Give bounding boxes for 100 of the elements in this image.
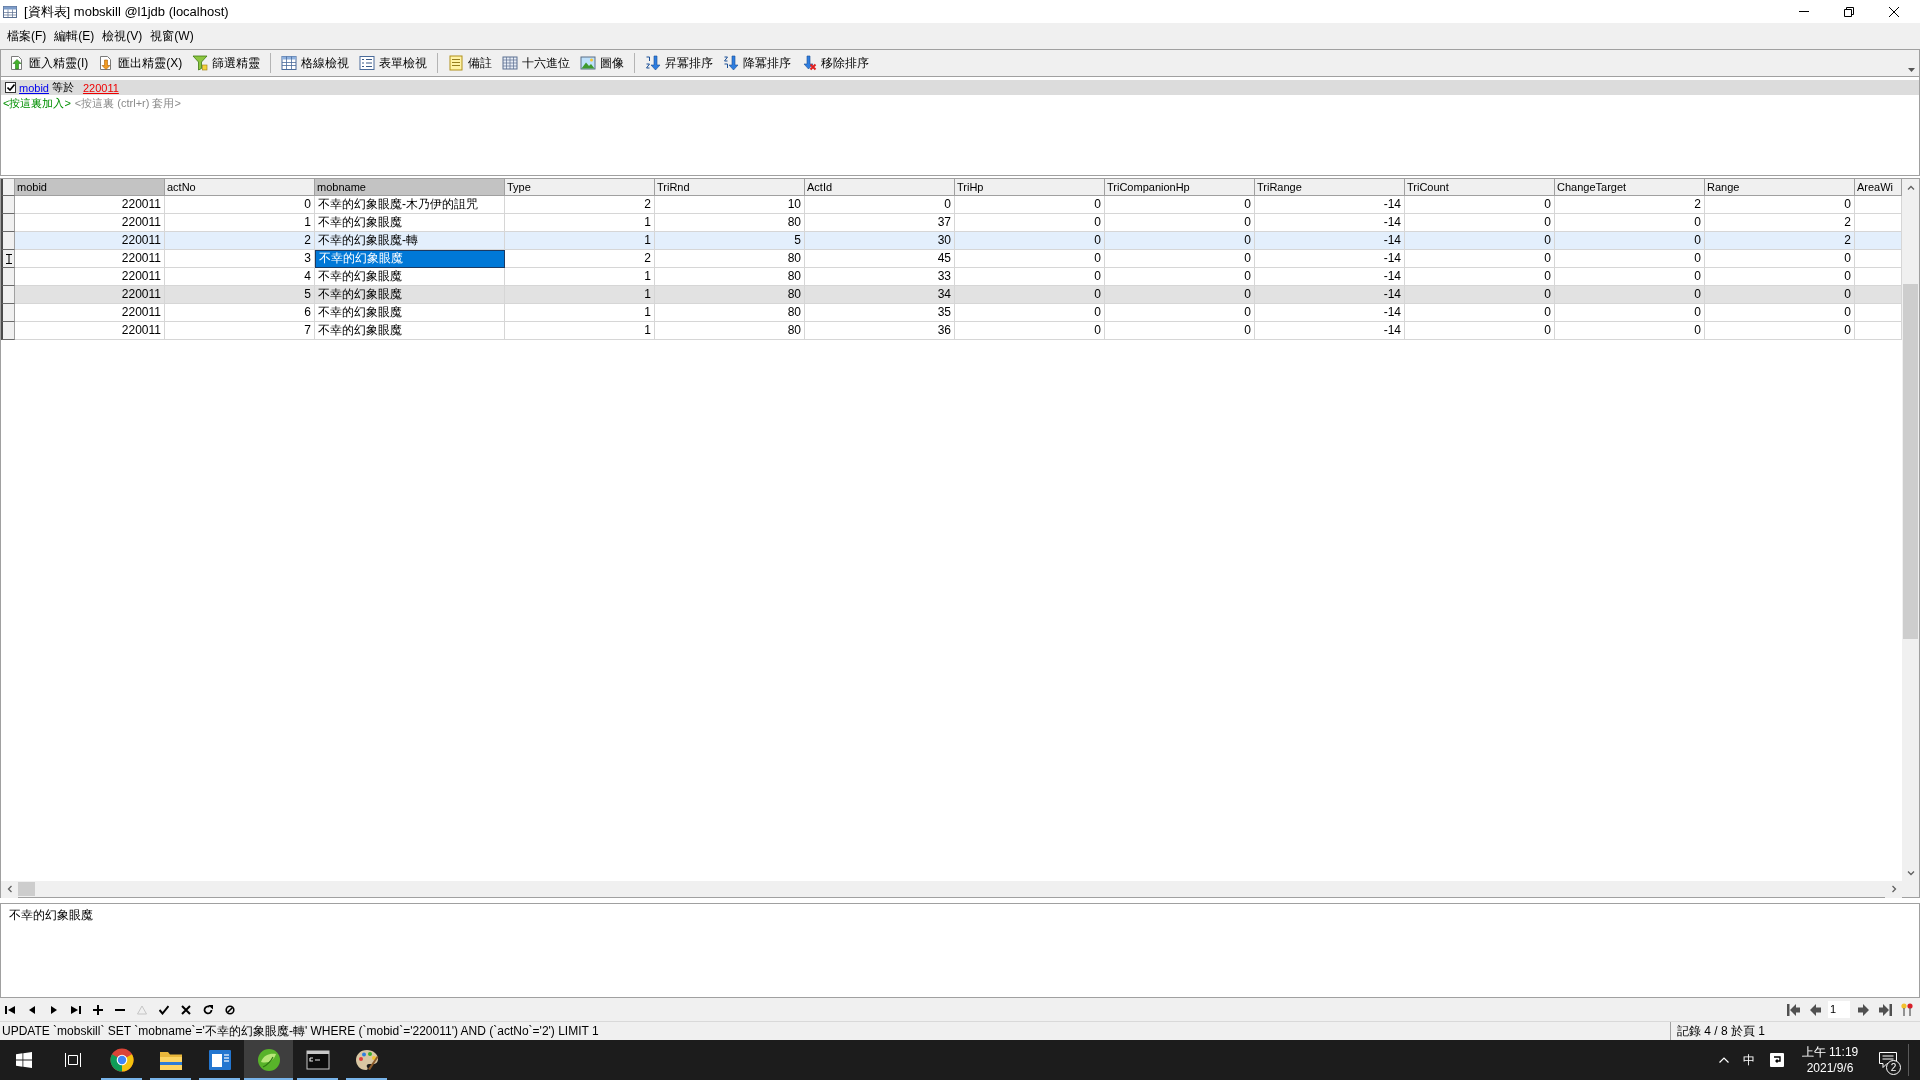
funnel-icon	[192, 55, 209, 71]
column-header[interactable]: Range	[1705, 179, 1855, 196]
table-cell[interactable]: 不幸的幻象眼魔	[315, 322, 505, 340]
column-header[interactable]: TriCount	[1405, 179, 1555, 196]
add-condition-link[interactable]: <按這裏加入>	[3, 95, 71, 111]
input-mode-button[interactable]: 中	[1736, 1040, 1762, 1080]
toolbar-button[interactable]: 格線檢視	[276, 52, 355, 74]
sort-arrow-icon	[723, 55, 740, 71]
table-row[interactable]: 220011 0 不幸的幻象眼魔-木乃伊的詛咒 2 10 0 0 0 -14 0 2 0	[1, 196, 1902, 214]
menu-item[interactable]: 檢視(V)	[98, 26, 147, 46]
last-icon	[71, 1004, 81, 1015]
triangle-icon	[137, 1004, 147, 1015]
terminal-icon	[305, 1048, 330, 1072]
start-icon	[16, 1052, 32, 1068]
table-cell[interactable]: 1	[505, 322, 655, 340]
window-title: [資料表] mobskill @l1jdb (localhost)	[24, 2, 229, 21]
table-cell[interactable]: 0	[1405, 322, 1555, 340]
notifications-button[interactable]: 2	[1868, 1040, 1908, 1080]
menu-item[interactable]: 視窗(W)	[146, 26, 198, 46]
table-row[interactable]: 220011 4 不幸的幻象眼魔 1 80 33 0 0 -14 0 0 0	[1, 268, 1902, 286]
caret-icon	[1908, 68, 1915, 72]
leaf-icon	[256, 1048, 281, 1072]
window-icon	[207, 1048, 232, 1072]
column-header[interactable]: Type	[505, 179, 655, 196]
table-row[interactable]: 220011 2 不幸的幻象眼魔-轉 1 5 30 0 0 -14 0 0 2	[1, 232, 1902, 250]
arrow-left-icon	[1809, 1003, 1821, 1016]
table-cell[interactable]: 80	[655, 322, 805, 340]
task-view-icon	[64, 1053, 81, 1067]
toolbar-button[interactable]: 匯入精靈(I)	[4, 52, 94, 74]
table-cell[interactable]: 不幸的幻象眼魔	[315, 250, 505, 268]
page-field[interactable]: 1	[1828, 1001, 1850, 1018]
cross-icon	[181, 1004, 191, 1015]
text-cursor-icon	[5, 253, 12, 264]
table-cell[interactable]: 36	[805, 322, 955, 340]
ime-icon	[1770, 1053, 1784, 1067]
toolbar-button[interactable]: 昇冪排序	[640, 52, 719, 74]
column-header[interactable]: TriRnd	[655, 179, 805, 196]
taskbar-button[interactable]	[244, 1040, 293, 1080]
browser-icon	[109, 1048, 134, 1072]
table-cell[interactable]: 0	[1555, 322, 1705, 340]
palette-icon	[354, 1048, 379, 1072]
toolbar-button[interactable]: 表單檢視	[354, 52, 433, 74]
memo-field[interactable]: 不幸的幻象眼魔	[0, 903, 1920, 998]
row-header[interactable]	[1, 322, 15, 340]
scrollbar-thumb[interactable]	[18, 882, 35, 896]
column-header[interactable]: TriRange	[1255, 179, 1405, 196]
document-arrow-up-icon	[9, 55, 25, 71]
menu-item[interactable]: 檔案(F)	[3, 26, 51, 46]
arrow-right-icon	[1857, 1003, 1869, 1016]
filter-checkbox[interactable]	[5, 82, 16, 93]
scrollbar-thumb[interactable]	[1903, 284, 1918, 639]
toolbar-button[interactable]: 十六進位	[497, 52, 576, 74]
table-cell[interactable]: -14	[1255, 322, 1405, 340]
table-row[interactable]: 220011 3 不幸的幻象眼魔 2 80 45 0 0 -14 0 0 0	[1, 250, 1902, 268]
table-row[interactable]: 220011 7 不幸的幻象眼魔 1 80 36 0 0 -14 0 0 0	[1, 322, 1902, 340]
column-header[interactable]: mobname	[315, 179, 505, 196]
row-header[interactable]	[1, 214, 15, 232]
refresh-icon	[203, 1004, 213, 1015]
table-row[interactable]: 220011 6 不幸的幻象眼魔 1 80 35 0 0 -14 0 0 0	[1, 304, 1902, 322]
column-header[interactable]: ActId	[805, 179, 955, 196]
next-icon	[49, 1004, 59, 1015]
table-cell[interactable]: 7	[165, 322, 315, 340]
chevron-left-icon	[5, 885, 14, 893]
select-all-corner[interactable]	[1, 179, 15, 196]
column-header[interactable]: ChangeTarget	[1555, 179, 1705, 196]
toolbar-button[interactable]: 匯出精靈(X)	[93, 52, 188, 74]
row-header[interactable]	[1, 232, 15, 250]
table-cell[interactable]: 0	[1105, 322, 1255, 340]
table-cell[interactable]: 0	[1705, 322, 1855, 340]
row-header[interactable]	[1, 268, 15, 286]
toolbar-button[interactable]: 備註	[443, 52, 498, 74]
stop-icon	[225, 1004, 235, 1015]
row-header[interactable]	[1, 196, 15, 214]
toolbar-button[interactable]: 降冪排序	[718, 52, 797, 74]
row-header[interactable]	[1, 250, 15, 268]
filter-operator[interactable]: 等於	[51, 80, 74, 95]
row-header[interactable]	[1, 304, 15, 322]
table-cell[interactable]: 0	[955, 322, 1105, 340]
toolbar-button[interactable]: 篩選精靈	[187, 52, 266, 74]
row-header[interactable]	[1, 286, 15, 304]
filter-field-link[interactable]: mobid	[19, 81, 49, 94]
toolbar-overflow-button[interactable]	[1908, 68, 1915, 72]
table-cell[interactable]: 220011	[15, 322, 165, 340]
column-header[interactable]: mobid	[15, 179, 165, 196]
skip-end-icon	[1878, 1003, 1892, 1016]
table-row[interactable]: 220011 1 不幸的幻象眼魔 1 80 37 0 0 -14 0 0 2	[1, 214, 1902, 232]
clock-button[interactable]: 上午 11:19 2021/9/6	[1792, 1040, 1868, 1080]
table-row[interactable]: 220011 5 不幸的幻象眼魔 1 80 34 0 0 -14 0 0 0	[1, 286, 1902, 304]
column-header[interactable]: TriHp	[955, 179, 1105, 196]
menu-item[interactable]: 編輯(E)	[50, 26, 99, 46]
column-header[interactable]: actNo	[165, 179, 315, 196]
column-header[interactable]: TriCompanionHp	[1105, 179, 1255, 196]
toolbar-button[interactable]: 圖像	[575, 52, 630, 74]
pins-icon	[1901, 1003, 1913, 1016]
toolbar-button[interactable]: 移除排序	[796, 52, 875, 74]
apply-filter-link[interactable]: <按這裏 (ctrl+r) 套用>	[74, 95, 181, 111]
vertical-scrollbar[interactable]	[1902, 179, 1919, 881]
column-header[interactable]: AreaWi	[1855, 179, 1902, 196]
filter-pins-button[interactable]	[1898, 1000, 1916, 1019]
restore-icon	[1843, 6, 1854, 17]
